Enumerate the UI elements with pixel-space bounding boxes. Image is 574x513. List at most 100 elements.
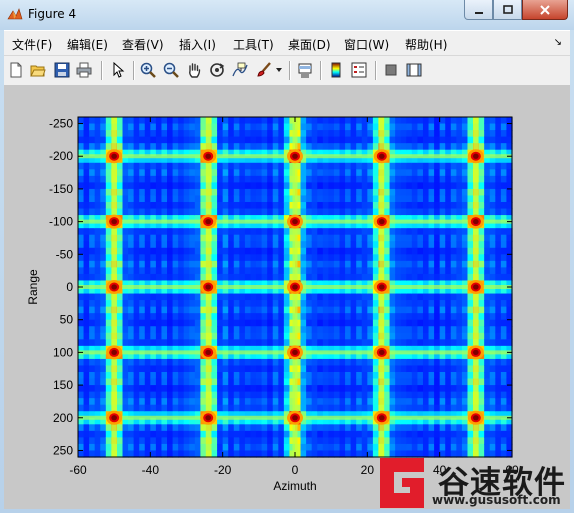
heatmap-cell: [211, 234, 218, 242]
print-button[interactable]: [74, 60, 94, 80]
select-arrow-button[interactable]: [108, 60, 128, 80]
heatmap-cell: [256, 234, 263, 242]
heatmap-cell: [350, 247, 357, 255]
zoom-out-button[interactable]: [161, 60, 181, 80]
show-plot-tools-button[interactable]: [404, 60, 424, 80]
heatmap-cell: [384, 319, 391, 327]
menu-desktop[interactable]: 桌面(D): [288, 36, 331, 53]
heatmap-cell: [450, 398, 457, 406]
close-button[interactable]: [522, 0, 568, 20]
heatmap-cell: [478, 391, 485, 399]
brush-button[interactable]: [254, 60, 274, 80]
rotate-3d-button[interactable]: [207, 60, 227, 80]
maximize-button[interactable]: [493, 0, 522, 20]
heatmap-cell: [267, 202, 274, 210]
heatmap-cell: [350, 254, 357, 262]
menu-file[interactable]: 文件(F): [12, 36, 52, 53]
heatmap-cell: [456, 306, 463, 314]
menu-window[interactable]: 窗口(W): [344, 36, 389, 53]
heatmap-cell: [161, 378, 168, 386]
heatmap-cell: [100, 136, 107, 144]
heatmap-cell: [417, 273, 424, 282]
heatmap-cell: [500, 293, 508, 301]
menu-overflow-icon[interactable]: ↘: [554, 37, 562, 48]
heatmap-cell: [244, 273, 252, 282]
heatmap-cell: [178, 254, 185, 262]
heatmap-cell: [350, 378, 357, 386]
heatmap-cell: [500, 162, 508, 170]
heatmap-plot[interactable]: -250-200-150-100-50050100150200250-60 -40…: [4, 85, 570, 509]
heatmap-cell: [278, 398, 285, 406]
heatmap-cell: [89, 143, 96, 151]
heatmap-cell: [411, 306, 419, 314]
heatmap-cell: [278, 430, 285, 438]
heatmap-cell: [478, 136, 485, 144]
heatmap-cell: [428, 130, 435, 138]
heatmap-cell: [361, 162, 368, 170]
heatmap-cell: [300, 339, 307, 347]
heatmap-cell: [361, 188, 368, 197]
menu-edit[interactable]: 编辑(E): [67, 36, 108, 53]
heatmap-cell: [200, 319, 207, 327]
heatmap-cell: [272, 430, 279, 438]
heatmap-cell: [267, 424, 274, 432]
menu-insert[interactable]: 插入(I): [179, 36, 216, 53]
heatmap-cell: [439, 391, 446, 399]
heatmap-cell: [100, 182, 107, 190]
heatmap-cell: [467, 372, 474, 380]
heatmap-cell: [244, 404, 252, 412]
heatmap-cell: [83, 254, 90, 262]
heatmap-cell: [484, 136, 491, 144]
heatmap-cell: [189, 332, 196, 340]
heatmap-cell: [422, 339, 430, 347]
heatmap-cell: [228, 437, 235, 445]
heatmap-cell: [228, 293, 235, 301]
heatmap-cell: [484, 117, 491, 125]
heatmap-cell: [456, 365, 463, 373]
menu-tools[interactable]: 工具(T): [233, 36, 274, 53]
link-plot-button[interactable]: [295, 60, 315, 80]
colorbar-button[interactable]: [326, 60, 346, 80]
heatmap-cell: [228, 117, 235, 125]
new-figure-button[interactable]: [6, 60, 26, 80]
menu-help[interactable]: 帮助(H): [405, 36, 447, 53]
heatmap-cell: [183, 195, 190, 203]
minimize-button[interactable]: [464, 0, 493, 20]
heatmap-cell: [283, 300, 291, 308]
heatmap-cell: [422, 234, 430, 242]
heatmap-cell: [116, 404, 124, 412]
menu-view[interactable]: 查看(V): [122, 36, 164, 53]
legend-button[interactable]: [349, 60, 369, 80]
data-cursor-button[interactable]: [230, 60, 250, 80]
heatmap-cell: [317, 391, 324, 399]
heatmap-cell: [328, 398, 335, 406]
heatmap-cell: [411, 385, 419, 393]
heatmap-cell: [283, 188, 291, 197]
heatmap-cell: [322, 234, 329, 242]
heatmap-cell: [456, 208, 463, 216]
heatmap-cell: [116, 182, 124, 190]
heatmap-cell: [367, 398, 374, 406]
heatmap-cell: [384, 313, 391, 321]
brush-dropdown-button[interactable]: [274, 60, 284, 80]
heatmap-cell: [178, 398, 185, 406]
heatmap-cell: [239, 306, 246, 314]
heatmap-cell: [222, 372, 229, 380]
heatmap-cell: [306, 365, 313, 373]
open-file-button[interactable]: [28, 60, 48, 80]
pan-button[interactable]: [184, 60, 204, 80]
heatmap-cell: [389, 391, 396, 399]
heatmap-cell: [167, 202, 174, 210]
heatmap-cell: [478, 372, 485, 380]
heatmap-cell: [122, 372, 129, 380]
hide-plot-tools-button[interactable]: [381, 60, 401, 80]
heatmap-cell: [417, 404, 424, 412]
heatmap-cell: [267, 300, 274, 308]
zoom-in-button[interactable]: [138, 60, 158, 80]
save-button[interactable]: [52, 60, 72, 80]
heatmap-cell: [445, 228, 452, 236]
heatmap-cell: [389, 234, 396, 242]
heatmap-cell: [211, 365, 218, 373]
heatmap-cell: [183, 260, 190, 268]
title-bar[interactable]: Figure 4: [0, 0, 574, 30]
